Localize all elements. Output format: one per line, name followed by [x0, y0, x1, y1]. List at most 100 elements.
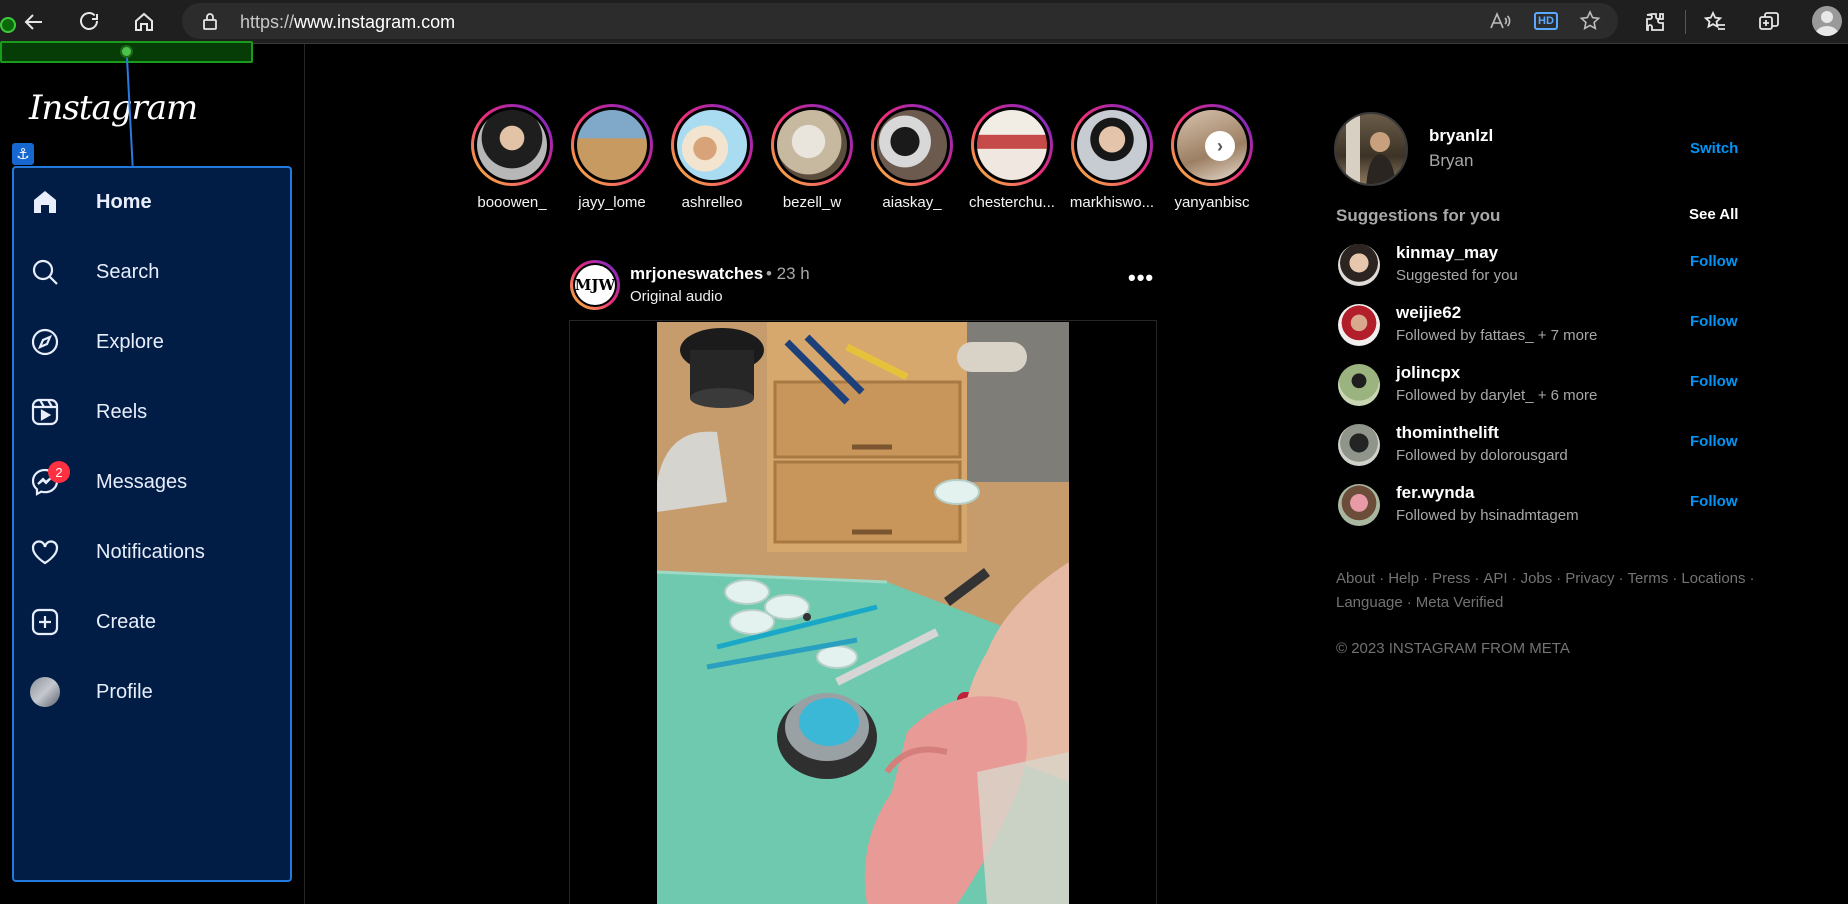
- follow-button[interactable]: Follow: [1690, 493, 1738, 510]
- suggestion-subtitle: Followed by fattaes_ + 7 more: [1396, 327, 1598, 344]
- suggestion-username[interactable]: thominthelift: [1396, 423, 1499, 443]
- hd-icon[interactable]: HD: [1534, 9, 1558, 33]
- target-marker-icon: [0, 17, 16, 33]
- suggestion-row: jolincpx Followed by darylet_ + 6 more F…: [1338, 360, 1738, 412]
- story-item[interactable]: markhiswo...: [1062, 104, 1162, 211]
- footer-link[interactable]: Help: [1388, 570, 1419, 587]
- story-item[interactable]: aiaskay_: [862, 104, 962, 211]
- post-username[interactable]: mrjoneswatches: [630, 264, 763, 284]
- suggestion-row: kinmay_may Suggested for you Follow: [1338, 240, 1738, 292]
- back-icon[interactable]: [18, 6, 50, 38]
- instagram-logo[interactable]: Instagram: [29, 88, 198, 128]
- add-favorite-icon[interactable]: [1578, 9, 1602, 33]
- nav-item-profile[interactable]: Profile: [30, 670, 270, 714]
- suggestion-username[interactable]: weijie62: [1396, 303, 1461, 323]
- reels-icon: [30, 397, 60, 427]
- more-options-icon[interactable]: •••: [1128, 267, 1153, 289]
- story-username: yanyanbisc: [1174, 194, 1250, 211]
- left-sidebar: Instagram Home Search Explore Reels 2 Me…: [0, 44, 305, 904]
- anchor-icon: ⚓: [12, 143, 34, 165]
- footer-link[interactable]: Press: [1432, 570, 1470, 587]
- post-author-avatar[interactable]: MJW: [570, 260, 620, 310]
- unread-badge: 2: [48, 461, 70, 483]
- story-item[interactable]: jayy_lome: [562, 104, 662, 211]
- nav-item-search[interactable]: Search: [30, 250, 270, 294]
- heart-icon: [30, 537, 60, 567]
- post-timestamp: • 23 h: [766, 264, 810, 283]
- story-username: chesterchu...: [969, 194, 1055, 211]
- search-icon: [30, 257, 60, 287]
- footer-link[interactable]: API: [1483, 570, 1507, 587]
- footer-link[interactable]: Meta Verified: [1416, 594, 1504, 611]
- read-aloud-icon[interactable]: [1488, 9, 1512, 33]
- nav-item-create[interactable]: Create: [30, 600, 270, 644]
- collections-icon[interactable]: [1753, 6, 1785, 38]
- profile-avatar: [30, 677, 60, 707]
- my-avatar[interactable]: [1334, 112, 1408, 186]
- nav-item-messages[interactable]: 2 Messages: [30, 460, 270, 504]
- nav-label: Messages: [96, 470, 188, 493]
- footer-link[interactable]: Privacy: [1565, 570, 1614, 587]
- story-item[interactable]: booowen_: [462, 104, 562, 211]
- nav-item-reels[interactable]: Reels: [30, 390, 270, 434]
- nav-item-notifications[interactable]: Notifications: [30, 530, 270, 574]
- nav-label: Explore: [96, 330, 164, 353]
- suggestion-username[interactable]: jolincpx: [1396, 363, 1460, 383]
- nav-menu: Home Search Explore Reels 2 Messages Not…: [12, 166, 292, 882]
- follow-button[interactable]: Follow: [1690, 433, 1738, 450]
- footer-link[interactable]: Locations: [1681, 570, 1745, 587]
- suggestion-avatar[interactable]: [1338, 484, 1380, 526]
- compass-icon: [30, 327, 60, 357]
- favorites-icon[interactable]: [1699, 6, 1731, 38]
- story-username: markhiswo...: [1069, 194, 1155, 211]
- toolbar-divider: [1685, 10, 1686, 34]
- follow-button[interactable]: Follow: [1690, 313, 1738, 330]
- footer-links: About · Help · Press · API · Jobs · Privacy · Terms ·…: [1336, 570, 1755, 611]
- nav-label: Search: [96, 260, 160, 283]
- suggestion-subtitle: Followed by hsinadmtagem: [1396, 507, 1579, 524]
- plus-square-icon: [30, 607, 60, 637]
- stories-next-arrow-icon[interactable]: ›: [1205, 131, 1235, 161]
- post-video[interactable]: [657, 322, 1069, 904]
- url-text[interactable]: https://www.instagram.com: [240, 12, 455, 33]
- address-bar[interactable]: https://www.instagram.com HD: [182, 3, 1618, 39]
- suggestion-avatar[interactable]: [1338, 304, 1380, 346]
- lock-icon[interactable]: [200, 11, 220, 31]
- footer-link[interactable]: Terms: [1627, 570, 1668, 587]
- suggestion-username[interactable]: kinmay_may: [1396, 243, 1498, 263]
- browser-toolbar: https://www.instagram.com HD: [0, 0, 1848, 44]
- suggestion-subtitle: Suggested for you: [1396, 267, 1518, 284]
- story-item[interactable]: chesterchu...: [962, 104, 1062, 211]
- follow-button[interactable]: Follow: [1690, 253, 1738, 270]
- nav-label: Home: [96, 190, 152, 213]
- footer-link[interactable]: About: [1336, 570, 1375, 587]
- see-all-link[interactable]: See All: [1689, 206, 1738, 223]
- suggestion-row: thominthelift Followed by dolorousgard F…: [1338, 420, 1738, 472]
- footer-link[interactable]: Language: [1336, 594, 1403, 611]
- switch-account-button[interactable]: Switch: [1690, 140, 1738, 157]
- post-audio-link[interactable]: Original audio: [630, 288, 723, 305]
- suggestion-row: weijie62 Followed by fattaes_ + 7 more F…: [1338, 300, 1738, 352]
- story-username: bezell_w: [782, 194, 842, 211]
- extensions-icon[interactable]: [1639, 6, 1671, 38]
- browser-profile-avatar[interactable]: [1812, 6, 1842, 36]
- suggestion-avatar[interactable]: [1338, 424, 1380, 466]
- story-username: jayy_lome: [578, 194, 646, 211]
- refresh-icon[interactable]: [73, 6, 105, 38]
- story-item[interactable]: bezell_w: [762, 104, 862, 211]
- my-username[interactable]: bryanlzl: [1429, 126, 1493, 146]
- nav-item-explore[interactable]: Explore: [30, 320, 270, 364]
- nav-item-home[interactable]: Home: [30, 180, 270, 224]
- nav-label: Create: [96, 610, 157, 633]
- nav-label: Notifications: [96, 540, 205, 563]
- footer-link[interactable]: Jobs: [1521, 570, 1553, 587]
- home-browser-icon[interactable]: [128, 6, 160, 38]
- home-icon: [30, 187, 60, 217]
- suggestion-subtitle: Followed by dolorousgard: [1396, 447, 1568, 464]
- nav-label: Reels: [96, 400, 148, 423]
- suggestion-avatar[interactable]: [1338, 364, 1380, 406]
- follow-button[interactable]: Follow: [1690, 373, 1738, 390]
- suggestion-username[interactable]: fer.wynda: [1396, 483, 1474, 503]
- suggestion-avatar[interactable]: [1338, 244, 1380, 286]
- story-item[interactable]: ashrelleo: [662, 104, 762, 211]
